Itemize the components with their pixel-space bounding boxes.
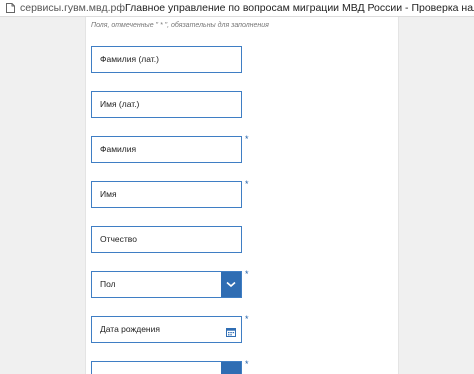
first-name-latin-field[interactable]: Имя (лат.) — [91, 91, 242, 118]
patronymic-field[interactable]: Отчество — [91, 226, 242, 253]
document-type-dropdown-button[interactable] — [221, 362, 241, 374]
field-placeholder: Имя — [100, 189, 117, 199]
gender-select[interactable]: Пол — [91, 271, 242, 298]
field-placeholder: Имя (лат.) — [100, 99, 140, 109]
required-fields-note: Поля, отмеченные " * ", обязательны для … — [91, 22, 269, 29]
document-type-select[interactable] — [91, 361, 242, 374]
first-name-field[interactable]: Имя — [91, 181, 242, 208]
form-panel: Поля, отмеченные " * ", обязательны для … — [85, 17, 399, 374]
gender-dropdown-button[interactable] — [221, 272, 241, 297]
document-icon — [6, 3, 15, 13]
field-placeholder: Фамилия (лат.) — [100, 54, 159, 64]
required-marker: * — [245, 179, 249, 189]
browser-title-bar: сервисы.гувм.мвд.рф Главное управление п… — [0, 0, 474, 17]
last-name-latin-field[interactable]: Фамилия (лат.) — [91, 46, 242, 73]
required-marker: * — [245, 134, 249, 144]
required-marker: * — [245, 359, 249, 369]
required-marker: * — [245, 269, 249, 279]
page-domain: сервисы.гувм.мвд.рф — [20, 2, 125, 14]
field-placeholder: Дата рождения — [100, 324, 160, 334]
field-placeholder: Фамилия — [100, 144, 137, 154]
page-title: Главное управление по вопросам миграции … — [125, 2, 474, 14]
field-placeholder: Отчество — [100, 234, 137, 244]
last-name-field[interactable]: Фамилия — [91, 136, 242, 163]
required-marker: * — [245, 314, 249, 324]
field-placeholder: Пол — [100, 279, 116, 289]
calendar-icon[interactable] — [226, 324, 236, 337]
birth-date-field[interactable]: Дата рождения — [91, 316, 242, 343]
chevron-down-icon — [226, 281, 236, 288]
